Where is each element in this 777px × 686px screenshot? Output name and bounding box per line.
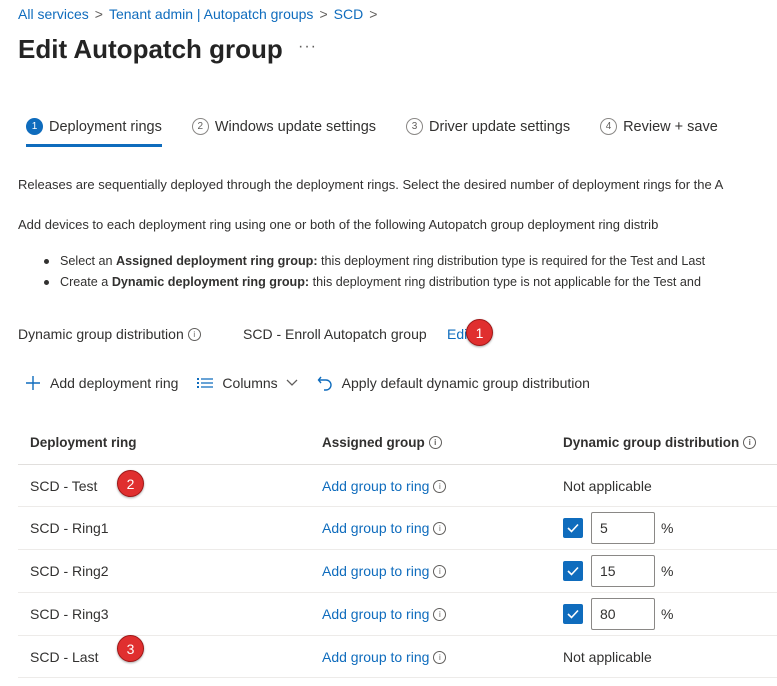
column-header-dynamic-distribution: Dynamic group distribution i: [551, 420, 777, 465]
checkmark-icon: [567, 523, 579, 533]
description-line-1: Releases are sequentially deployed throu…: [18, 177, 724, 192]
chevron-down-icon: [286, 379, 298, 386]
columns-label: Columns: [222, 375, 278, 391]
add-group-to-ring-link[interactable]: Add group to ring: [322, 520, 429, 536]
percent-sign: %: [661, 563, 674, 579]
table-header-row: Deployment ring Assigned group i Dynamic …: [18, 420, 777, 465]
distribution-checkbox[interactable]: [563, 561, 583, 581]
column-header-assigned-group: Assigned group i: [310, 420, 551, 465]
more-options-button[interactable]: ···: [298, 38, 317, 56]
step-number-icon: 3: [406, 118, 424, 135]
add-group-to-ring-link[interactable]: Add group to ring: [322, 563, 429, 579]
not-applicable-text: Not applicable: [551, 464, 777, 507]
percentage-input[interactable]: [591, 598, 655, 630]
command-bar: Add deployment ring Columns Apply defaul…: [24, 374, 590, 392]
percentage-input[interactable]: [591, 555, 655, 587]
dynamic-group-distribution-value: SCD - Enroll Autopatch group: [243, 326, 427, 342]
tab-label: Driver update settings: [429, 118, 571, 135]
tab-label: Windows update settings: [214, 118, 377, 135]
breadcrumb-separator: >: [94, 6, 103, 22]
breadcrumb-scd[interactable]: SCD: [334, 6, 364, 22]
add-deployment-ring-button[interactable]: Add deployment ring: [24, 374, 178, 392]
apply-default-distribution-button[interactable]: Apply default dynamic group distribution: [316, 374, 590, 392]
tab-label: Deployment rings: [49, 118, 162, 135]
assigned-group-cell: Add group to ring i: [310, 635, 551, 678]
table-row: SCD - Ring2 Add group to ring i %: [18, 549, 777, 593]
info-icon[interactable]: i: [433, 522, 447, 535]
info-icon[interactable]: i: [433, 479, 447, 493]
add-group-to-ring-link[interactable]: Add group to ring: [322, 478, 429, 494]
assigned-group-cell: Add group to ring i: [310, 506, 551, 550]
column-header-deployment-ring: Deployment ring: [18, 420, 310, 465]
dynamic-group-distribution-label: Dynamic group distribution i: [18, 326, 201, 342]
tab-deployment-rings[interactable]: 1 Deployment rings: [18, 114, 170, 147]
columns-icon: [197, 378, 214, 388]
breadcrumb-all-services[interactable]: All services: [18, 6, 89, 22]
info-icon[interactable]: i: [743, 435, 757, 449]
info-icon[interactable]: i: [433, 608, 447, 621]
not-applicable-text: Not applicable: [551, 635, 777, 678]
distribution-types-list: Select an Assigned deployment ring group…: [40, 253, 705, 295]
checkmark-icon: [567, 609, 579, 619]
step-number-icon: 1: [26, 118, 43, 135]
table-row: SCD - Ring1 Add group to ring i %: [18, 506, 777, 550]
tab-windows-update-settings[interactable]: 2 Windows update settings: [184, 114, 384, 147]
add-group-to-ring-link[interactable]: Add group to ring: [322, 606, 429, 622]
assigned-group-cell: Add group to ring i: [310, 464, 551, 507]
breadcrumb: All services > Tenant admin | Autopatch …: [18, 6, 377, 22]
page-title: Edit Autopatch group: [18, 34, 283, 64]
info-icon[interactable]: i: [187, 328, 201, 341]
annotation-marker-1: 1: [466, 319, 493, 346]
breadcrumb-separator: >: [369, 6, 378, 22]
table-row: SCD - Ring3 Add group to ring i %: [18, 592, 777, 636]
breadcrumb-separator: >: [319, 6, 328, 22]
assigned-group-cell: Add group to ring i: [310, 549, 551, 593]
tab-driver-update-settings[interactable]: 3 Driver update settings: [398, 114, 578, 147]
apply-default-distribution-label: Apply default dynamic group distribution: [341, 375, 590, 391]
plus-icon: [26, 376, 40, 390]
annotation-marker-2: 2: [117, 470, 144, 497]
distribution-checkbox[interactable]: [563, 518, 583, 538]
add-deployment-ring-label: Add deployment ring: [50, 375, 179, 391]
percent-sign: %: [661, 606, 674, 622]
percentage-input[interactable]: [591, 512, 655, 544]
tab-review-save[interactable]: 4 Review + save: [592, 114, 726, 147]
distribution-checkbox[interactable]: [563, 604, 583, 624]
assigned-group-cell: Add group to ring i: [310, 592, 551, 636]
list-item: Select an Assigned deployment ring group…: [40, 253, 705, 274]
distribution-cell: %: [551, 592, 777, 636]
step-number-icon: 4: [600, 118, 618, 135]
step-number-icon: 2: [191, 118, 209, 135]
undo-icon: [317, 376, 332, 391]
ring-name: SCD - Ring1: [18, 506, 310, 550]
distribution-cell: %: [551, 549, 777, 593]
description-line-2: Add devices to each deployment ring usin…: [18, 217, 659, 232]
ring-name: SCD - Test: [18, 464, 310, 507]
breadcrumb-autopatch-groups[interactable]: Tenant admin | Autopatch groups: [109, 6, 313, 22]
list-item: Create a Dynamic deployment ring group: …: [40, 274, 705, 295]
columns-button[interactable]: Columns: [196, 375, 298, 391]
ring-name: SCD - Ring3: [18, 592, 310, 636]
distribution-cell: %: [551, 506, 777, 550]
percent-sign: %: [661, 520, 674, 536]
info-icon[interactable]: i: [433, 565, 447, 578]
add-group-to-ring-link[interactable]: Add group to ring: [322, 649, 429, 665]
ring-name: SCD - Last: [18, 635, 310, 678]
wizard-tabs: 1 Deployment rings 2 Windows update sett…: [18, 114, 740, 147]
annotation-marker-3: 3: [117, 635, 144, 662]
tab-label: Review + save: [623, 118, 718, 135]
info-icon[interactable]: i: [428, 435, 442, 449]
checkmark-icon: [567, 566, 579, 576]
info-icon[interactable]: i: [433, 650, 447, 664]
ring-name: SCD - Ring2: [18, 549, 310, 593]
